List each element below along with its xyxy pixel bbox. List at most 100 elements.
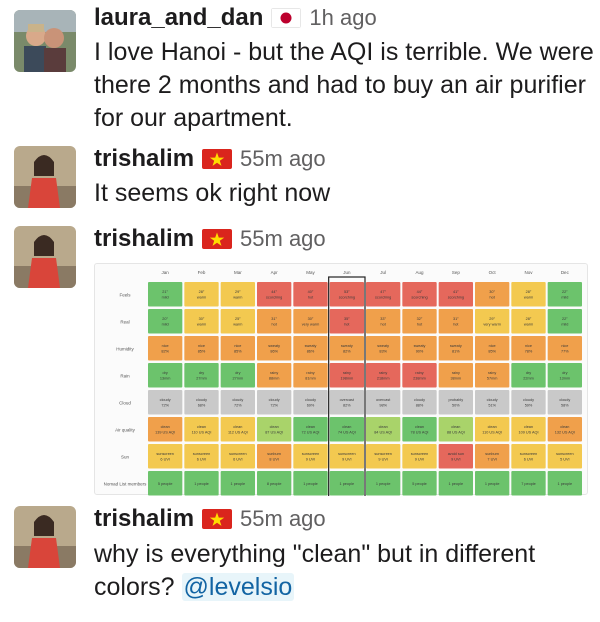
cell-value: 31°: [271, 317, 277, 321]
heatmap-cell: [257, 336, 292, 361]
timestamp[interactable]: 55m ago: [240, 226, 326, 252]
heatmap-cell: [293, 336, 328, 361]
heatmap-cell: [366, 282, 401, 307]
cell-value: 6 UVI: [197, 457, 207, 461]
timestamp[interactable]: 55m ago: [240, 506, 326, 532]
author-name[interactable]: laura_and_dan: [94, 4, 263, 32]
avatar[interactable]: [14, 506, 76, 568]
cell-value: warm: [524, 295, 533, 299]
heatmap-cell: [293, 444, 328, 469]
cell-value: 132 US AQI: [555, 430, 575, 434]
cell-value: dry: [163, 371, 168, 375]
cell-value: 27mm: [196, 376, 207, 380]
cell-value: 5 people: [412, 482, 427, 486]
cell-value: 59%: [525, 403, 533, 407]
cell-value: 20°: [162, 317, 168, 321]
cell-value: 31°: [453, 317, 459, 321]
heatmap-cell: [257, 282, 292, 307]
month-label: Feb: [198, 270, 206, 275]
cell-value: rainy: [379, 371, 387, 375]
cell-value: 1 people: [231, 482, 246, 486]
vietnam-flag-icon: [202, 509, 233, 529]
cell-value: mild: [162, 295, 169, 299]
climate-chart-attachment[interactable]: Jan Feb Mar Apr May Jun Jul Aug Sep Oct Nov Dec Feel…: [94, 263, 588, 496]
timestamp[interactable]: 55m ago: [240, 146, 326, 172]
avatar[interactable]: [14, 226, 76, 288]
heatmap-cell: [220, 336, 255, 361]
cell-value: 9 UVI: [342, 457, 352, 461]
heatmap-cell: [184, 390, 219, 415]
cell-value: mild: [162, 322, 169, 326]
cell-value: clean: [306, 425, 315, 429]
heatmap-cell: [184, 417, 219, 442]
heatmap-cell: [148, 363, 183, 388]
cell-value: 81%: [452, 349, 460, 353]
cell-value: 33°: [380, 317, 386, 321]
heatmap-cell: [402, 363, 437, 388]
row-label: Rain: [120, 373, 130, 378]
cell-value: 9 UVI: [451, 457, 461, 461]
heatmap-cell: [438, 390, 473, 415]
cell-value: 22°: [562, 317, 568, 321]
author-name[interactable]: trishalim: [94, 145, 194, 173]
cell-value: nice: [561, 344, 568, 348]
avatar-photo-icon: [14, 10, 76, 72]
heatmap-cell: [329, 363, 364, 388]
heatmap-cell: [220, 390, 255, 415]
cell-value: clean: [560, 425, 569, 429]
cell-value: rainy: [488, 371, 496, 375]
cell-value: 1 people: [558, 482, 573, 486]
author-name[interactable]: trishalim: [94, 505, 194, 533]
month-label: Mar: [234, 270, 242, 275]
heatmap-cell: [511, 417, 546, 442]
heatmap-cell: [402, 336, 437, 361]
cell-value: sunscreen: [302, 452, 320, 456]
timestamp[interactable]: 1h ago: [309, 5, 376, 31]
cell-value: clean: [342, 425, 351, 429]
climate-heatmap: Jan Feb Mar Apr May Jun Jul Aug Sep Oct Nov Dec Feel…: [104, 270, 582, 496]
heatmap-cell: [220, 282, 255, 307]
cell-value: warm: [233, 322, 242, 326]
cell-value: 44°: [271, 290, 277, 294]
cell-value: nice: [489, 344, 496, 348]
heatmap-cell: [475, 336, 510, 361]
cell-value: nice: [234, 344, 241, 348]
cell-value: cloudy: [414, 398, 425, 402]
heatmap-cell: [148, 309, 183, 334]
cell-value: rainy: [343, 371, 351, 375]
heatmap-cell: [184, 444, 219, 469]
cell-value: 30°: [489, 290, 495, 294]
cell-value: 28°: [526, 317, 532, 321]
cell-value: 139 US AQI: [155, 430, 175, 434]
cell-value: overcast: [340, 398, 355, 402]
message-text: I love Hanoi - but the AQI is terrible. …: [94, 38, 594, 132]
heatmap-cell: [438, 444, 473, 469]
message-text-content: why is everything "clean" but in differe…: [94, 540, 536, 601]
cell-value: overcast: [376, 398, 391, 402]
author-name[interactable]: trishalim: [94, 225, 194, 253]
cell-value: rainy: [452, 371, 460, 375]
cell-value: 81mm: [305, 376, 316, 380]
cell-value: 72%: [270, 403, 278, 407]
cell-value: 69%: [307, 403, 315, 407]
cell-value: warm: [197, 295, 206, 299]
cell-value: 82%: [343, 349, 351, 353]
cell-value: 82%: [161, 349, 169, 353]
user-mention[interactable]: @levelsio: [181, 573, 295, 601]
avatar[interactable]: [14, 146, 76, 208]
cell-value: 82%: [343, 403, 351, 407]
cell-value: 5 people: [158, 482, 173, 486]
heatmap-cell: [366, 390, 401, 415]
avatar[interactable]: [14, 10, 76, 72]
cell-value: 1 people: [303, 482, 318, 486]
cell-value: 30°: [308, 317, 314, 321]
heatmap-cell: [547, 336, 582, 361]
heatmap-cell: [293, 363, 328, 388]
cell-value: avoid sun: [448, 452, 464, 456]
cell-value: 88 US AQI: [447, 430, 465, 434]
cell-value: sweaty: [341, 344, 353, 348]
cell-value: 50%: [452, 403, 460, 407]
cell-value: sweaty: [414, 344, 426, 348]
heatmap-cell: [402, 444, 437, 469]
cell-value: scorching: [448, 295, 464, 299]
